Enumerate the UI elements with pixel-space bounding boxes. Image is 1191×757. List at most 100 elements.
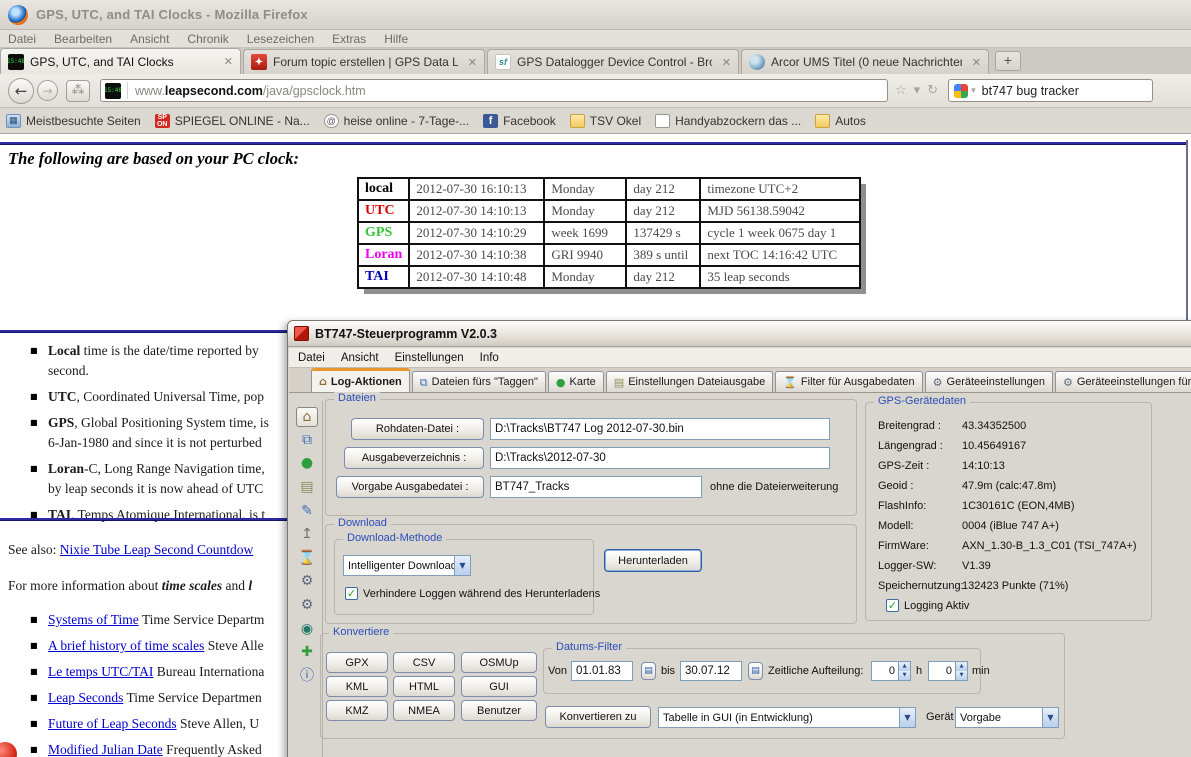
dialog-titlebar[interactable]: BT747-Steuerprogramm V2.0.3 <box>288 321 1191 347</box>
tab-dateien-taggen[interactable]: ⧉Dateien fürs "Taggen" <box>412 371 546 392</box>
geraet-select[interactable]: Vorgabe▼ <box>955 707 1059 728</box>
tab-gps-clocks[interactable]: 15:48 GPS, UTC, and TAI Clocks ✕ <box>0 48 241 74</box>
tab-arcor-ums[interactable]: Arcor UMS Titel (0 neue Nachrichten) ✕ <box>741 49 989 74</box>
bookmark-meistbesuchte[interactable]: ▦Meistbesuchte Seiten <box>6 114 141 128</box>
herunterladen-button[interactable]: Herunterladen <box>604 549 702 572</box>
menu-lesezeichen[interactable]: Lesezeichen <box>247 32 314 46</box>
edit-file-icon[interactable]: ✎ <box>296 502 318 522</box>
chevron-down-icon[interactable]: ▼ <box>899 708 915 727</box>
rohdaten-datei-button[interactable]: Rohdaten-Datei : <box>351 418 484 440</box>
info-icon[interactable]: ⓘ <box>296 667 318 687</box>
tab-close-icon[interactable]: ✕ <box>972 56 981 69</box>
tab-geraeteeinstellungen-pro[interactable]: ⚙Geräteeinstellungen für Pr <box>1055 371 1191 392</box>
spinner-arrows-icon[interactable]: ▲▼ <box>955 662 967 680</box>
von-date-field[interactable]: 01.01.83 <box>571 661 633 681</box>
tab-forum-topic[interactable]: ✦ Forum topic erstellen | GPS Data Logge… <box>243 49 485 74</box>
future-leap-seconds-link[interactable]: Future of Leap Seconds <box>48 716 177 731</box>
download-method-select[interactable]: Intelligenter Download▼ <box>343 555 471 576</box>
add-file-icon[interactable]: ✚ <box>296 643 318 663</box>
reload-icon[interactable]: ↻ <box>927 83 938 98</box>
nixie-link[interactable]: Nixie Tube Leap Second Countdow <box>60 542 254 557</box>
tab-karte[interactable]: ●Karte <box>548 371 604 392</box>
back-button[interactable]: ← <box>8 78 34 104</box>
menu-ansicht[interactable]: Ansicht <box>130 32 169 46</box>
vorgabe-ausgabedatei-button[interactable]: Vorgabe Ausgabedatei : <box>336 476 484 498</box>
upload-icon[interactable]: ↥ <box>296 525 318 545</box>
globe-settings-icon[interactable]: ◉ <box>296 620 318 640</box>
search-box[interactable]: ▾ bt747 bug tracker <box>948 79 1153 102</box>
tab-gps-datalogger[interactable]: sf GPS Datalogger Device Control - Brows… <box>487 49 739 74</box>
dlg-menu-einstellungen[interactable]: Einstellungen <box>395 352 464 364</box>
ausgabeverzeichnis-field[interactable]: D:\Tracks\2012-07-30 <box>490 447 830 469</box>
menu-chronik[interactable]: Chronik <box>187 32 228 46</box>
logging-aktiv-checkbox[interactable]: ✓ Logging Aktiv <box>886 599 969 612</box>
csv-button[interactable]: CSV <box>393 652 455 673</box>
file-output-icon: ▤ <box>614 377 624 388</box>
systems-of-time-link[interactable]: Systems of Time <box>48 612 139 627</box>
leap-seconds-link[interactable]: Leap Seconds <box>48 690 123 705</box>
wrench-icon[interactable]: ⚙ <box>296 572 318 592</box>
bookmark-star-icon[interactable]: ☆ <box>895 83 907 98</box>
osmup-button[interactable]: OSMUp <box>461 652 537 673</box>
ausgabeverzeichnis-button[interactable]: Ausgabeverzeichnis : <box>344 447 484 469</box>
tab-geraeteeinstellungen[interactable]: ⚙Geräteeinstellungen <box>925 371 1053 392</box>
dlg-menu-info[interactable]: Info <box>480 352 499 364</box>
search-engine-dropdown-icon[interactable]: ▾ <box>971 85 976 96</box>
kml-button[interactable]: KML <box>326 676 388 697</box>
konvertieren-zu-button[interactable]: Konvertieren zu <box>545 706 651 728</box>
bookmark-heise[interactable]: @heise online - 7-Tage-... <box>324 114 469 128</box>
bookmark-autos[interactable]: Autos <box>815 114 866 128</box>
list-item: Leap Seconds Time Service Departmen <box>30 688 264 708</box>
spinner-arrows-icon[interactable]: ▲▼ <box>898 662 910 680</box>
wrench-plus-icon[interactable]: ⚙ <box>296 596 318 616</box>
modified-julian-date-link[interactable]: Modified Julian Date <box>48 742 163 757</box>
chevron-down-icon[interactable]: ▼ <box>1042 708 1058 727</box>
hours-spinner[interactable]: 0 ▲▼ <box>871 661 911 681</box>
bookmark-spiegel[interactable]: SPONSPIEGEL ONLINE - Na... <box>155 114 310 128</box>
file-output-icon[interactable]: ▤ <box>296 478 318 498</box>
menu-datei[interactable]: Datei <box>8 32 36 46</box>
log-actions-icon[interactable]: ⌂ <box>296 407 318 427</box>
url-prefix: www. <box>135 84 165 98</box>
dlg-menu-datei[interactable]: Datei <box>298 352 325 364</box>
von-calendar-button[interactable]: ▤ <box>641 662 656 680</box>
urlbar-dropdown-icon[interactable]: ▾ <box>914 83 921 98</box>
bis-date-field[interactable]: 30.07.12 <box>680 661 742 681</box>
tab-einstellungen-dateiausgabe[interactable]: ▤Einstellungen Dateiausgabe <box>606 371 773 392</box>
bookmark-tsv-okel[interactable]: TSV Okel <box>570 114 641 128</box>
new-tab-button[interactable]: + <box>995 51 1021 71</box>
kmz-button[interactable]: KMZ <box>326 700 388 721</box>
minutes-spinner[interactable]: 0 ▲▼ <box>928 661 968 681</box>
hourglass-icon[interactable]: ⌛ <box>296 549 318 569</box>
menu-bearbeiten[interactable]: Bearbeiten <box>54 32 112 46</box>
paw-addon-icon[interactable]: ⁂ <box>66 80 90 102</box>
rohdaten-datei-field[interactable]: D:\Tracks\BT747 Log 2012-07-30.bin <box>490 418 830 440</box>
bookmark-facebook[interactable]: fFacebook <box>483 114 556 128</box>
tag-files-icon[interactable]: ⧉ <box>296 431 318 451</box>
history-time-scales-link[interactable]: A brief history of time scales <box>48 638 204 653</box>
dlg-menu-ansicht[interactable]: Ansicht <box>341 352 379 364</box>
menu-hilfe[interactable]: Hilfe <box>384 32 408 46</box>
url-bar[interactable]: 15:48 www.leapsecond.com/java/gpsclock.h… <box>100 79 888 102</box>
tab-close-icon[interactable]: ✕ <box>722 56 731 69</box>
menu-extras[interactable]: Extras <box>332 32 366 46</box>
convert-target-select[interactable]: Tabelle in GUI (in Entwicklung)▼ <box>658 707 916 728</box>
bookmark-handyabzockern[interactable]: Handyabzockern das ... <box>655 114 801 128</box>
tab-close-icon[interactable]: ✕ <box>468 56 477 69</box>
prevent-logging-checkbox[interactable]: ✓ Verhindere Loggen während des Herunter… <box>345 587 600 600</box>
bis-calendar-button[interactable]: ▤ <box>748 662 763 680</box>
gpx-button[interactable]: GPX <box>326 652 388 673</box>
tab-log-aktionen[interactable]: ⌂Log-Aktionen <box>311 368 410 392</box>
html-button[interactable]: HTML <box>393 676 455 697</box>
tab-close-icon[interactable]: ✕ <box>224 55 233 68</box>
le-temps-link[interactable]: Le temps UTC/TAI <box>48 664 153 679</box>
nmea-button[interactable]: NMEA <box>393 700 455 721</box>
map-globe-icon[interactable]: ● <box>296 454 318 474</box>
gui-button[interactable]: GUI <box>461 676 537 697</box>
tab-filter-ausgabedaten[interactable]: ⌛Filter für Ausgabedaten <box>775 371 922 392</box>
vorgabe-ausgabedatei-field[interactable]: BT747_Tracks <box>490 476 702 498</box>
chevron-down-icon[interactable]: ▼ <box>454 556 470 575</box>
benutzer-button[interactable]: Benutzer <box>461 700 537 721</box>
forward-button[interactable]: → <box>37 80 58 101</box>
window-title: GPS, UTC, and TAI Clocks - Mozilla Firef… <box>36 7 308 22</box>
